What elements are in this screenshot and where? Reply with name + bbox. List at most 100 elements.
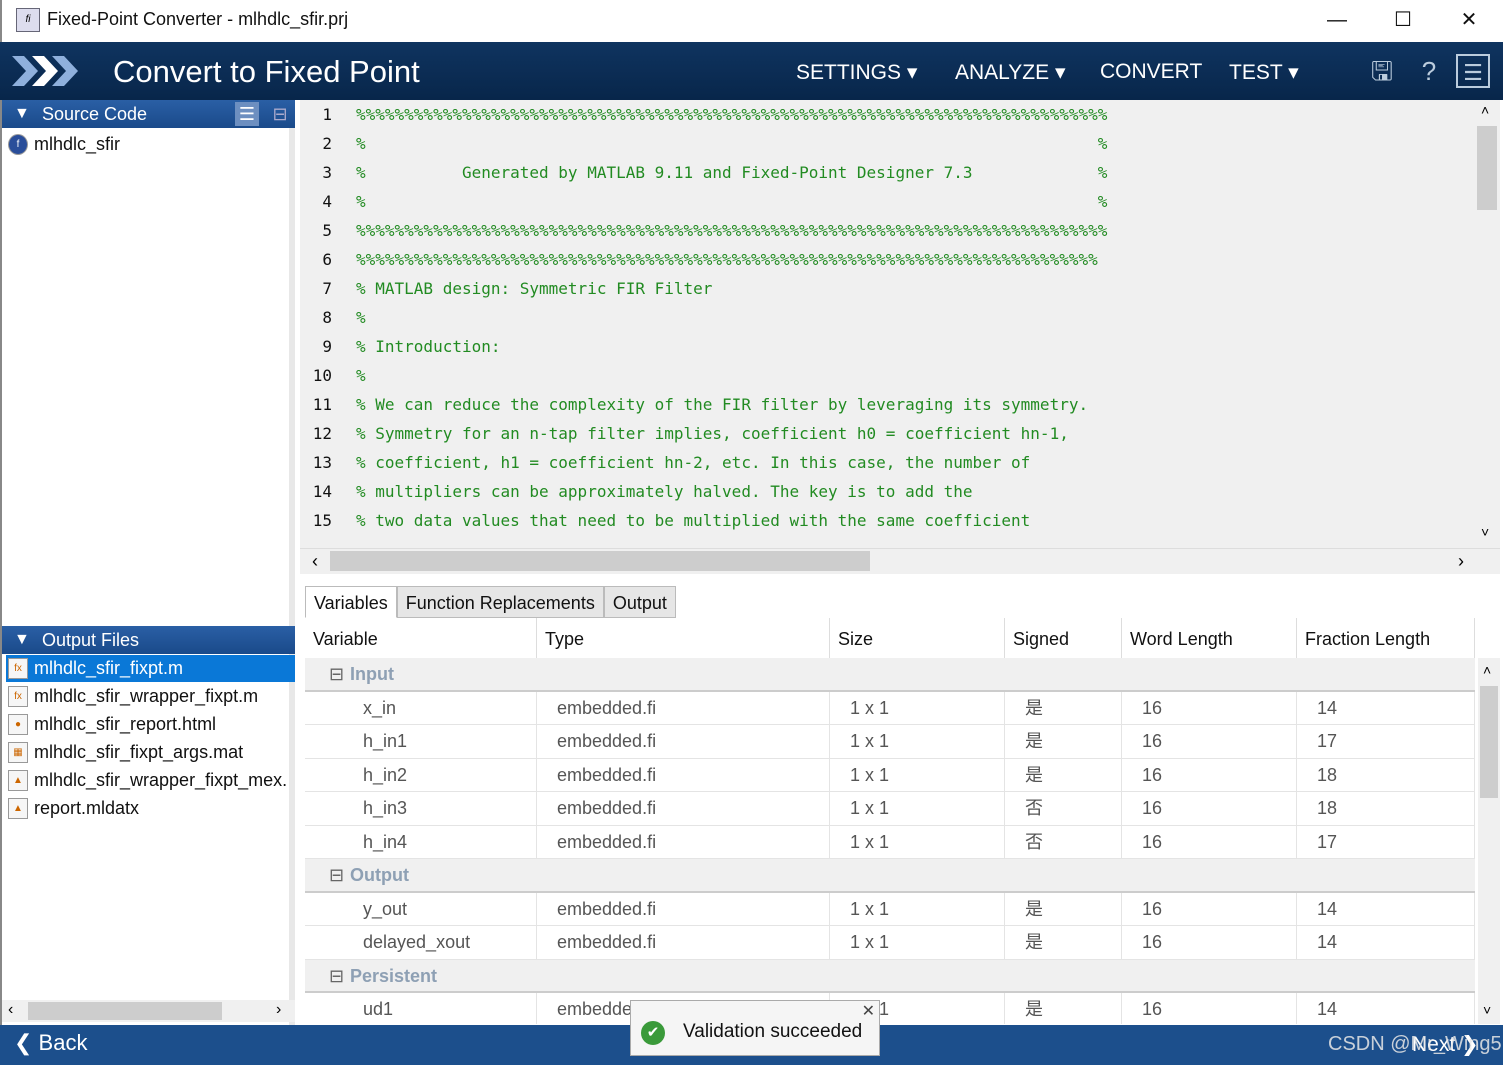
back-button[interactable]: ❮ Back [14, 1030, 87, 1056]
settings-menu[interactable]: SETTINGS ▾ [796, 60, 917, 85]
file-name: report.mldatx [34, 798, 140, 818]
file-name: mlhdlc_sfir [34, 134, 121, 154]
variables-table: Variable Type Size Signed Word Length Fractio… [305, 618, 1475, 1024]
help-icon[interactable]: ? [1412, 54, 1446, 88]
code-line: 5%%%%%%%%%%%%%%%%%%%%%%%%%%%%%%%%%%%%%%%… [300, 216, 1475, 245]
code-line: 4 % % [300, 187, 1475, 216]
group-row[interactable]: ⊟ Persistent [305, 959, 1475, 993]
maximize-button[interactable]: ☐ [1380, 4, 1426, 36]
table-row[interactable]: h_in3 embedded.fi 1 x 1 否 16 18 [305, 792, 1475, 826]
group-toggle-icon[interactable]: ⊟ [329, 658, 344, 691]
scroll-thumb[interactable] [330, 551, 870, 571]
scroll-thumb[interactable] [1477, 126, 1497, 210]
close-toast-icon[interactable]: ✕ [862, 1001, 875, 1021]
table-row[interactable]: y_out embedded.fi 1 x 1 是 16 14 [305, 892, 1475, 926]
line-number: 6 [322, 250, 332, 269]
table-row[interactable]: h_in1 embedded.fi 1 x 1 是 16 17 [305, 725, 1475, 759]
cell-variable: delayed_xout [305, 926, 537, 959]
column-header[interactable]: Signed [1005, 618, 1122, 658]
group-toggle-icon[interactable]: ⊟ [329, 960, 344, 993]
source-code-header[interactable]: ▼ Source Code ☰ ⊟ [2, 100, 295, 128]
column-header[interactable]: Type [537, 618, 830, 658]
minimize-button[interactable]: — [1314, 4, 1360, 36]
mex-file-icon: ▲ [8, 770, 28, 791]
analyze-menu[interactable]: ANALYZE ▾ [955, 60, 1066, 85]
cell-variable: h_in2 [305, 758, 537, 792]
horizontal-scrollbar[interactable]: ‹ › [2, 1000, 295, 1022]
cell-word-length: 16 [1122, 892, 1297, 926]
cell-signed: 是 [1005, 758, 1122, 792]
list-view-icon[interactable]: ☰ [235, 102, 259, 126]
table-row[interactable]: ud1embedded.fi1 x 1是1614 [305, 993, 1475, 1024]
save-icon[interactable]: 🖫 [1365, 54, 1399, 88]
group-row[interactable]: ⊟ Output [305, 859, 1475, 893]
output-file-item[interactable]: ▦ mlhdlc_sfir_fixpt_args.mat [6, 739, 295, 766]
test-menu[interactable]: TEST ▾ [1229, 60, 1299, 85]
source-file-item[interactable]: f mlhdlc_sfir [6, 131, 295, 158]
output-file-item[interactable]: ▲ mlhdlc_sfir_wrapper_fixpt_mex. [6, 767, 295, 794]
cell-type: embedded.fi [537, 926, 830, 959]
back-label: Back [38, 1030, 88, 1055]
tree-view-icon[interactable]: ⊟ [268, 102, 292, 126]
code-line: 11 % We can reduce the complexity of the … [300, 390, 1475, 419]
code-horizontal-scrollbar[interactable]: ‹ › [300, 548, 1500, 574]
group-row[interactable]: ⊟ Input [305, 658, 1475, 692]
table-row[interactable]: delayed_xout embedded.fi 1 x 1 是 16 14 [305, 926, 1475, 960]
function-file-icon: f [8, 134, 28, 155]
code-viewer[interactable]: 1%%%%%%%%%%%%%%%%%%%%%%%%%%%%%%%%%%%%%%%… [300, 100, 1475, 548]
menu-icon[interactable]: ☰ [1456, 54, 1490, 88]
code-line: 14 % multipliers can be approximately hal… [300, 477, 1475, 506]
cell-fraction-length: 17 [1297, 725, 1475, 758]
tab-output[interactable]: Output [603, 586, 676, 618]
table-row[interactable]: h_in2 embedded.fi 1 x 1 是 16 18 [305, 758, 1475, 792]
toast-message: Validation succeeded [683, 1021, 863, 1042]
column-header[interactable]: Variable [305, 618, 537, 658]
output-file-item[interactable]: fx mlhdlc_sfir_fixpt.m [6, 655, 295, 682]
cell-variable: ud1 [305, 993, 537, 1024]
group-toggle-icon[interactable]: ⊟ [329, 859, 344, 892]
output-file-item[interactable]: ▲ report.mldatx [6, 795, 295, 822]
cell-fraction-length: 14 [1297, 993, 1475, 1024]
cell-fraction-length: 14 [1297, 892, 1475, 926]
line-number: 2 [322, 134, 332, 153]
output-file-item[interactable]: ● mlhdlc_sfir_report.html [6, 711, 295, 738]
column-header[interactable]: Word Length [1122, 618, 1297, 658]
cell-size: 1 x 1 [830, 926, 1005, 959]
cell-size: 1 x 1 [830, 725, 1005, 758]
line-number: 3 [322, 163, 332, 182]
tab-function-replacements[interactable]: Function Replacements [396, 586, 604, 618]
column-header[interactable]: Fraction Length [1297, 618, 1475, 658]
page-title: Convert to Fixed Point [113, 54, 420, 89]
tab-variables[interactable]: Variables [305, 586, 397, 618]
cell-type: embedded.fi [537, 691, 830, 725]
table-vertical-scrollbar[interactable]: ˄ ˅ [1478, 658, 1500, 1024]
line-number: 12 [312, 424, 332, 443]
collapse-icon: ▼ [14, 105, 30, 122]
code-text: % two data values that need to be multip… [356, 511, 1031, 530]
convert-button[interactable]: CONVERT [1100, 60, 1202, 84]
scroll-thumb[interactable] [1480, 686, 1498, 798]
table-row[interactable]: h_in4 embedded.fi 1 x 1 否 16 17 [305, 825, 1475, 859]
table-row[interactable]: x_in embedded.fi 1 x 1 是 16 14 [305, 691, 1475, 725]
column-header[interactable]: Size [830, 618, 1005, 658]
cell-word-length: 16 [1122, 825, 1297, 859]
line-number: 10 [312, 366, 332, 385]
cell-word-length: 16 [1122, 993, 1297, 1024]
close-button[interactable]: ✕ [1446, 4, 1492, 36]
cell-signed: 是 [1005, 892, 1122, 926]
code-vertical-scrollbar[interactable]: ˄ ˅ [1475, 100, 1500, 548]
output-files-header[interactable]: ▼ Output Files [2, 626, 295, 654]
code-text: % multipliers can be approximately halve… [356, 482, 973, 501]
fx-file-icon: fx [8, 658, 28, 679]
cell-word-length: 16 [1122, 725, 1297, 758]
group-name: Output [350, 865, 409, 885]
output-file-item[interactable]: fx mlhdlc_sfir_wrapper_fixpt.m [6, 683, 295, 710]
cell-signed: 否 [1005, 825, 1122, 859]
mat-file-icon: ▦ [8, 742, 28, 763]
cell-signed: 否 [1005, 792, 1122, 825]
mldatx-file-icon: ▲ [8, 798, 28, 819]
cell-variable: x_in [305, 691, 537, 725]
scroll-thumb[interactable] [28, 1002, 222, 1020]
cell-variable: h_in1 [305, 725, 537, 758]
cell-fraction-length: 14 [1297, 926, 1475, 959]
